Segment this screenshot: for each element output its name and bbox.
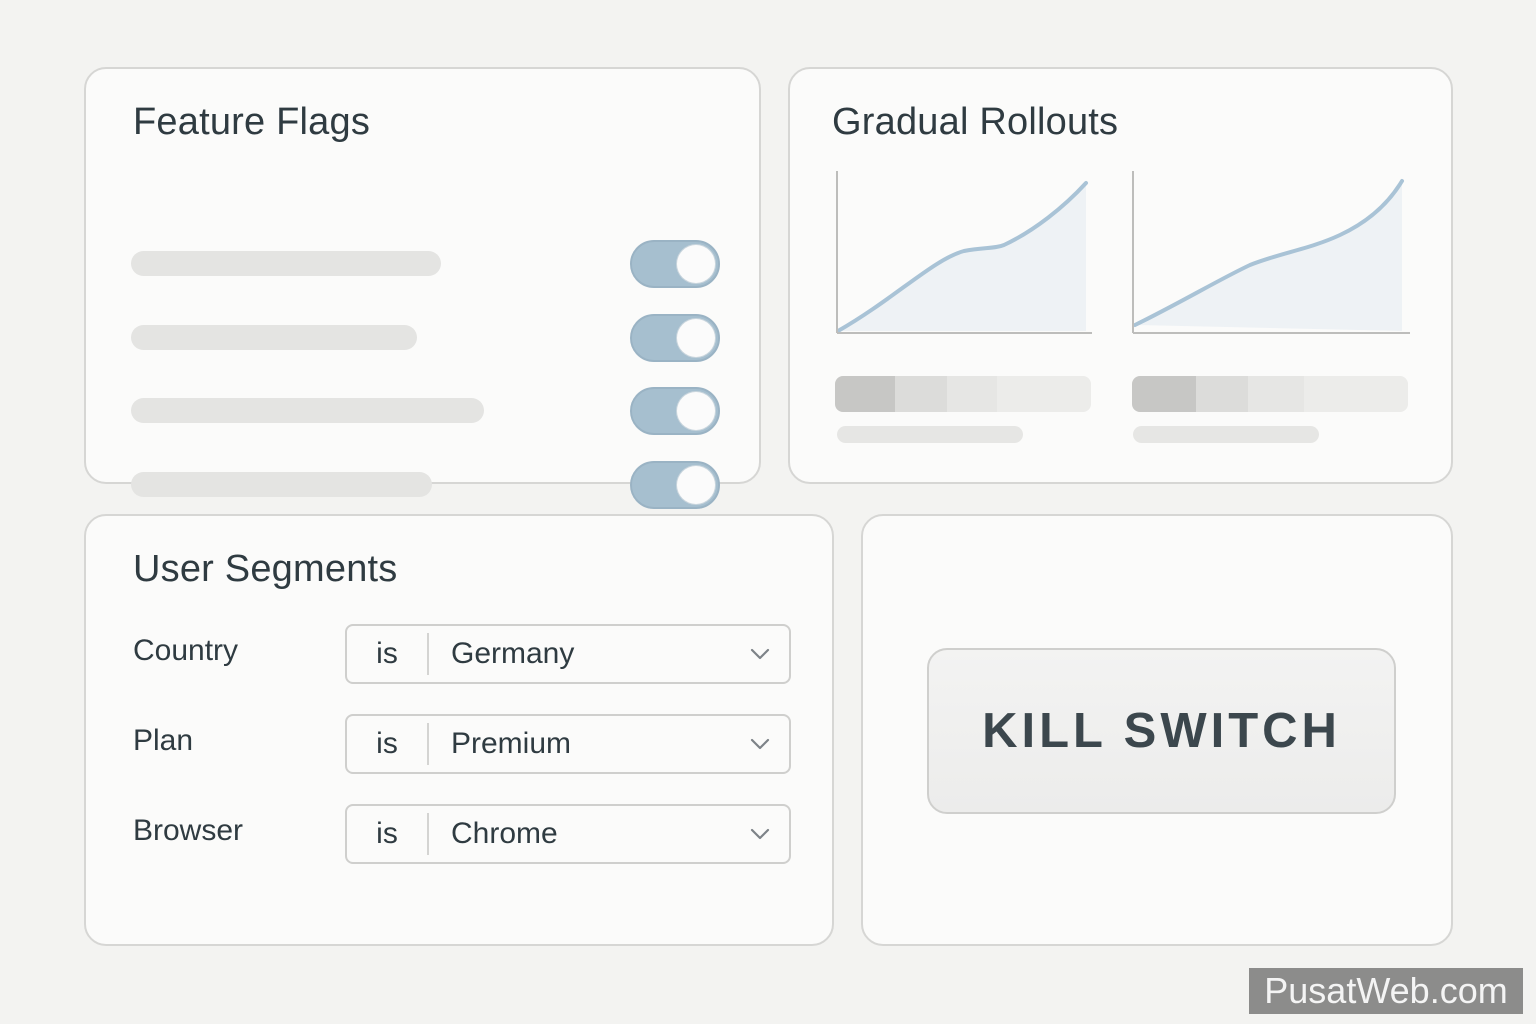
flag-row <box>86 385 759 435</box>
flag-row <box>86 312 759 362</box>
kill-switch-button[interactable]: KILL SWITCH <box>927 648 1396 814</box>
user-segments-title: User Segments <box>133 548 398 590</box>
flag-toggle[interactable] <box>630 387 720 435</box>
segment-operator: is <box>376 727 398 760</box>
flag-toggle[interactable] <box>630 314 720 362</box>
segment-operator: is <box>376 817 398 850</box>
dashboard: Feature Flags Gradual Rollouts User Segm… <box>0 0 1536 1024</box>
progress-segment <box>895 376 947 412</box>
divider <box>427 813 429 855</box>
rollout-caption-placeholder <box>837 426 1023 443</box>
flag-row <box>86 238 759 288</box>
rollout-caption-placeholder <box>1133 426 1319 443</box>
segment-value: Premium <box>451 727 572 760</box>
segment-operator: is <box>376 637 398 670</box>
chevron-down-icon <box>750 828 770 840</box>
toggle-knob <box>677 319 715 357</box>
segment-select-plan[interactable]: is Premium <box>345 714 791 774</box>
chevron-down-icon <box>750 648 770 660</box>
gradual-rollouts-title: Gradual Rollouts <box>832 101 1119 143</box>
progress-segment <box>947 376 997 412</box>
rollout-chart-2 <box>1132 171 1410 334</box>
progress-segment <box>997 376 1091 412</box>
segment-label-plan: Plan <box>133 724 194 757</box>
flag-name-placeholder <box>131 398 484 423</box>
flag-name-placeholder <box>131 325 417 350</box>
toggle-knob <box>677 466 715 504</box>
feature-flags-title: Feature Flags <box>133 101 371 143</box>
gradual-rollouts-card: Gradual Rollouts <box>788 67 1453 484</box>
rollout-chart-1 <box>836 171 1092 334</box>
chevron-down-icon <box>750 738 770 750</box>
progress-segment <box>1196 376 1248 412</box>
feature-flags-card: Feature Flags <box>84 67 761 509</box>
progress-segment <box>1248 376 1304 412</box>
segment-label-browser: Browser <box>133 814 244 847</box>
segment-value: Germany <box>451 637 575 670</box>
flag-row <box>86 459 759 509</box>
watermark: PusatWeb.com <box>1249 968 1523 1014</box>
toggle-knob <box>677 392 715 430</box>
rollout-progress-bar <box>835 376 1091 412</box>
flag-name-placeholder <box>131 251 441 276</box>
progress-segment <box>1132 376 1196 412</box>
segment-select-browser[interactable]: is Chrome <box>345 804 791 864</box>
user-segments-card: User Segments Country is Germany Plan is… <box>84 514 834 946</box>
progress-segment <box>835 376 895 412</box>
flag-toggle[interactable] <box>630 240 720 288</box>
segment-select-country[interactable]: is Germany <box>345 624 791 684</box>
kill-switch-card: KILL SWITCH <box>861 514 1453 946</box>
toggle-knob <box>677 245 715 283</box>
segment-label-country: Country <box>133 634 239 667</box>
flag-name-placeholder <box>131 472 432 497</box>
flag-toggle[interactable] <box>630 461 720 509</box>
segment-value: Chrome <box>451 817 558 850</box>
divider <box>427 633 429 675</box>
chart-area <box>1135 181 1402 331</box>
progress-segment <box>1304 376 1408 412</box>
divider <box>427 723 429 765</box>
rollout-progress-bar <box>1132 376 1408 412</box>
